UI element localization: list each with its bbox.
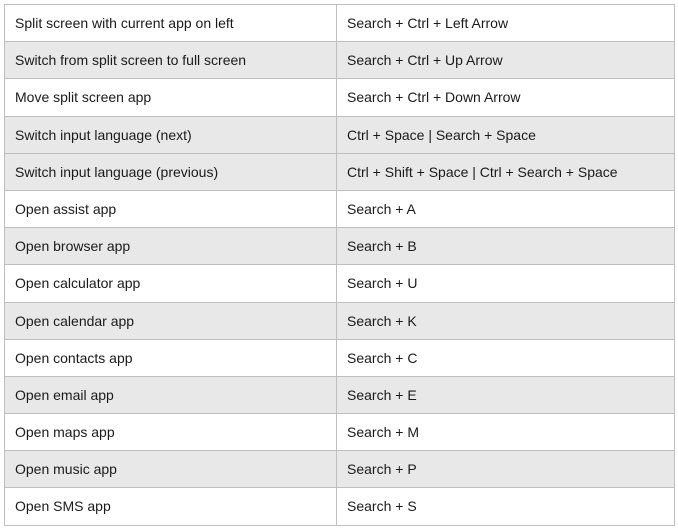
shortcut-cell: Search + B [337, 228, 675, 265]
shortcut-cell: Search + Ctrl + Left Arrow [337, 5, 675, 42]
shortcut-cell: Search + C [337, 339, 675, 376]
action-cell: Open music app [5, 451, 337, 488]
table-row: Move split screen app Search + Ctrl + Do… [5, 79, 675, 116]
table-row: Split screen with current app on left Se… [5, 5, 675, 42]
table-row: Open browser app Search + B [5, 228, 675, 265]
action-cell: Open email app [5, 376, 337, 413]
action-cell: Open SMS app [5, 488, 337, 525]
action-cell: Open assist app [5, 190, 337, 227]
table-row: Open email app Search + E [5, 376, 675, 413]
table-row: Open maps app Search + M [5, 414, 675, 451]
table-row: Open assist app Search + A [5, 190, 675, 227]
action-cell: Split screen with current app on left [5, 5, 337, 42]
table-row: Open calculator app Search + U [5, 265, 675, 302]
shortcut-cell: Ctrl + Shift + Space | Ctrl + Search + S… [337, 153, 675, 190]
table-row: Switch from split screen to full screen … [5, 42, 675, 79]
shortcut-cell: Search + S [337, 488, 675, 525]
shortcut-cell: Search + P [337, 451, 675, 488]
action-cell: Move split screen app [5, 79, 337, 116]
shortcut-cell: Search + E [337, 376, 675, 413]
action-cell: Open contacts app [5, 339, 337, 376]
shortcuts-table-body: Split screen with current app on left Se… [5, 5, 675, 526]
shortcut-cell: Ctrl + Space | Search + Space [337, 116, 675, 153]
shortcut-cell: Search + K [337, 302, 675, 339]
shortcut-cell: Search + Ctrl + Up Arrow [337, 42, 675, 79]
action-cell: Switch input language (previous) [5, 153, 337, 190]
action-cell: Open maps app [5, 414, 337, 451]
action-cell: Switch input language (next) [5, 116, 337, 153]
action-cell: Switch from split screen to full screen [5, 42, 337, 79]
shortcut-cell: Search + Ctrl + Down Arrow [337, 79, 675, 116]
shortcut-cell: Search + M [337, 414, 675, 451]
table-row: Open music app Search + P [5, 451, 675, 488]
action-cell: Open calculator app [5, 265, 337, 302]
table-row: Open SMS app Search + S [5, 488, 675, 525]
action-cell: Open browser app [5, 228, 337, 265]
shortcut-cell: Search + U [337, 265, 675, 302]
table-row: Open contacts app Search + C [5, 339, 675, 376]
table-row: Switch input language (previous) Ctrl + … [5, 153, 675, 190]
shortcuts-table: Split screen with current app on left Se… [4, 4, 675, 526]
action-cell: Open calendar app [5, 302, 337, 339]
shortcut-cell: Search + A [337, 190, 675, 227]
table-row: Open calendar app Search + K [5, 302, 675, 339]
table-row: Switch input language (next) Ctrl + Spac… [5, 116, 675, 153]
